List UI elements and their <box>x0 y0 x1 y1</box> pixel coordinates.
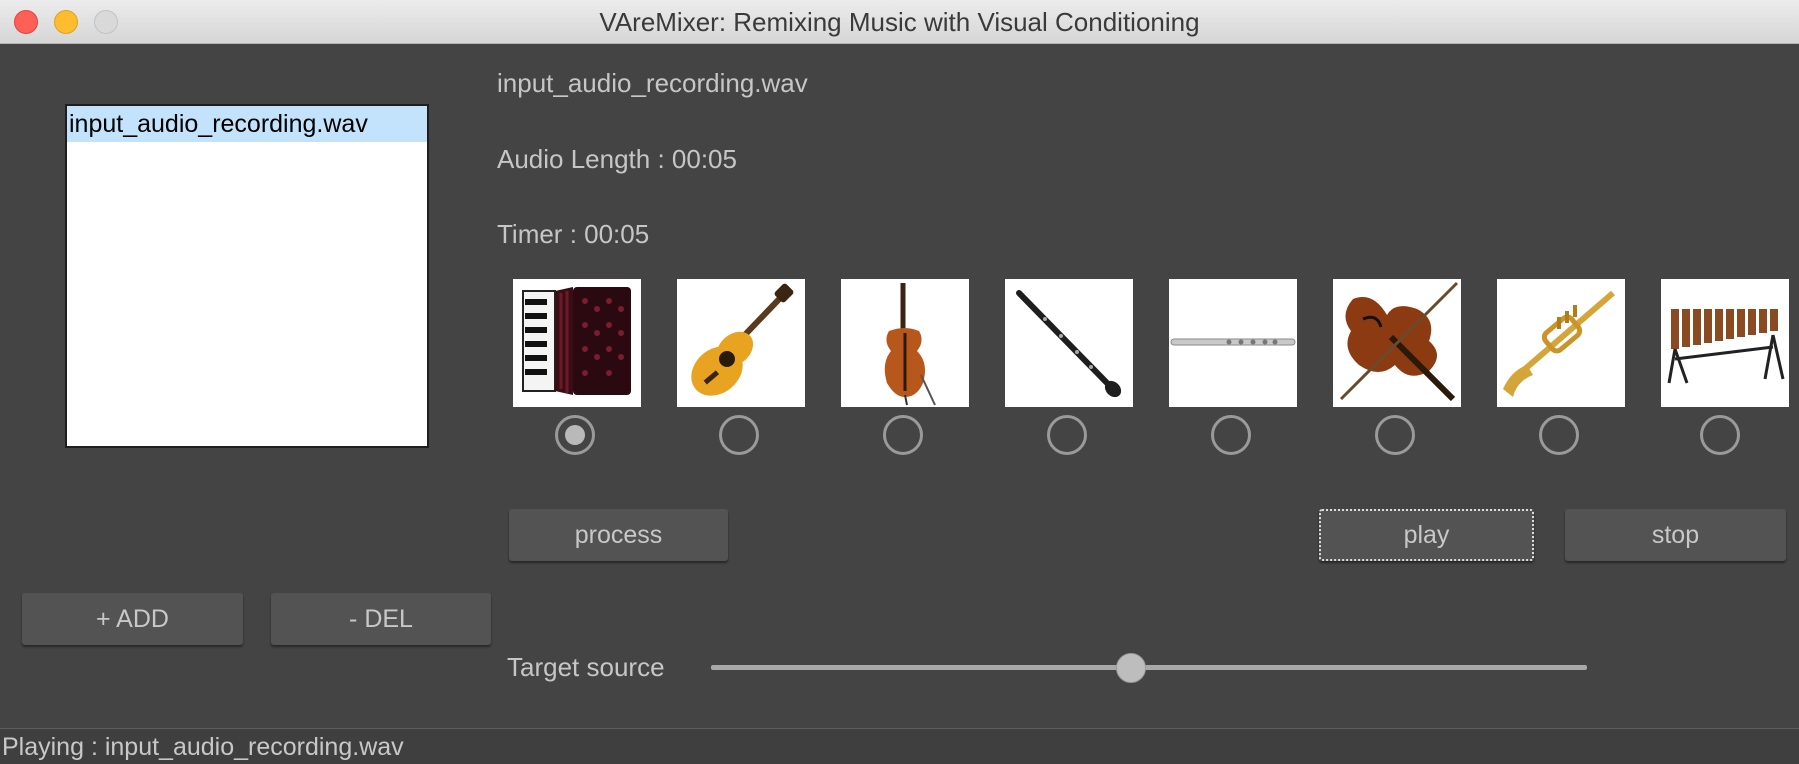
audio-length-label: Audio Length : 00:05 <box>497 144 737 174</box>
accordion-icon[interactable] <box>513 279 641 407</box>
file-listbox[interactable]: input_audio_recording.wav <box>65 104 429 448</box>
flute-icon[interactable] <box>1169 279 1297 407</box>
target-source-slider-thumb[interactable] <box>1116 653 1147 683</box>
status-text: Playing : input_audio_recording.wav <box>2 733 404 761</box>
add-button[interactable]: + ADD <box>22 593 243 645</box>
accordion-radio[interactable] <box>555 415 595 455</box>
stop-button[interactable]: stop <box>1565 509 1786 561</box>
play-button[interactable]: play <box>1319 509 1534 561</box>
file-list-item[interactable]: input_audio_recording.wav <box>67 106 427 142</box>
xylophone-icon[interactable] <box>1661 279 1789 407</box>
trumpet-radio[interactable] <box>1539 415 1579 455</box>
flute-radio[interactable] <box>1211 415 1251 455</box>
violin-icon[interactable] <box>1333 279 1461 407</box>
cello-icon[interactable] <box>841 279 969 407</box>
timer-label: Timer : 00:05 <box>497 219 650 249</box>
trumpet-icon[interactable] <box>1497 279 1625 407</box>
status-bar: Playing : input_audio_recording.wav <box>0 728 1799 764</box>
target-source-label: Target source <box>507 652 665 682</box>
window-title: VAreMixer: Remixing Music with Visual Co… <box>599 7 1200 37</box>
selected-filename: input_audio_recording.wav <box>497 68 808 98</box>
title-bar: VAreMixer: Remixing Music with Visual Co… <box>0 0 1799 44</box>
violin-radio[interactable] <box>1375 415 1415 455</box>
xylophone-radio[interactable] <box>1700 415 1740 455</box>
delete-button[interactable]: - DEL <box>271 593 491 645</box>
guitar-radio[interactable] <box>719 415 759 455</box>
process-button[interactable]: process <box>509 509 728 561</box>
clarinet-radio[interactable] <box>1047 415 1087 455</box>
clarinet-icon[interactable] <box>1005 279 1133 407</box>
cello-radio[interactable] <box>883 415 923 455</box>
acoustic-guitar-icon[interactable] <box>677 279 805 407</box>
target-source-slider-track[interactable] <box>711 665 1587 670</box>
